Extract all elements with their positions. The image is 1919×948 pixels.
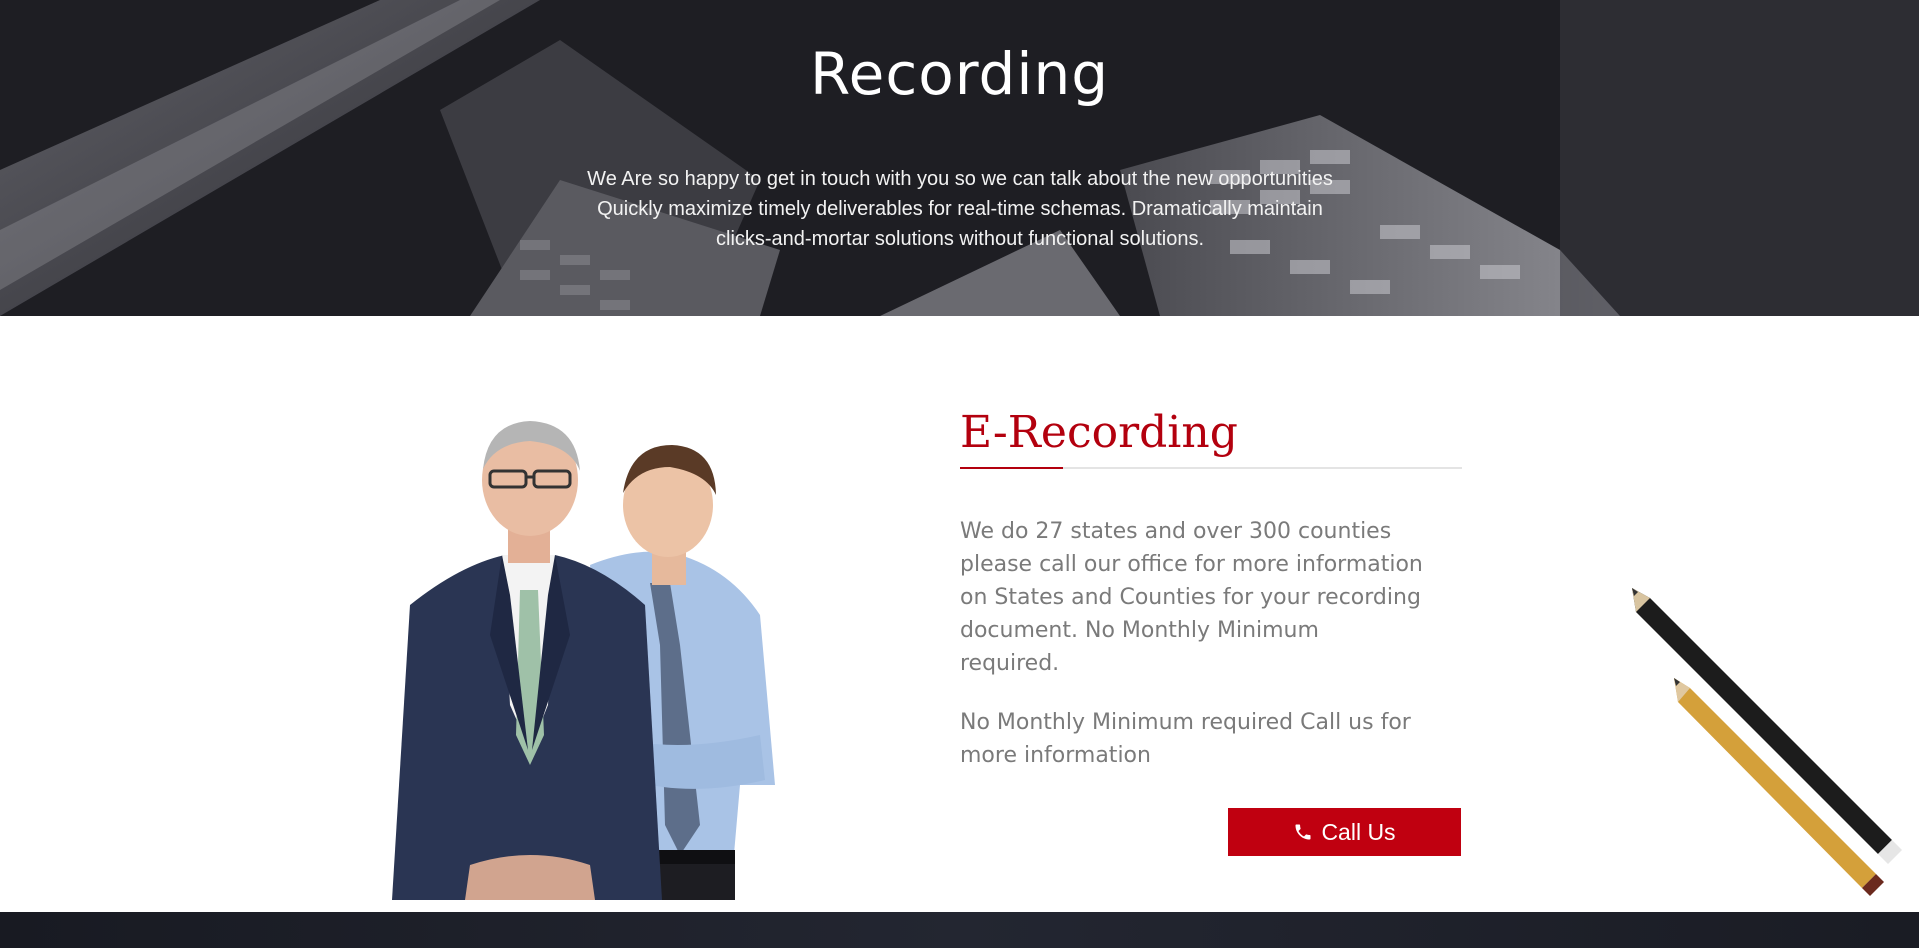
- paragraph-line: We do 27 states and over 300 counties: [960, 519, 1392, 544]
- paragraph-line: No Monthly Minimum required Call us for: [960, 710, 1411, 735]
- hero-description-line: clicks-and-mortar solutions without func…: [716, 228, 1204, 250]
- section-paragraph-2: No Monthly Minimum required Call us for …: [960, 706, 1462, 772]
- paragraph-line: required.: [960, 651, 1060, 676]
- call-us-label: Call Us: [1321, 818, 1396, 845]
- hero-description-line: Quickly maximize timely deliverables for…: [597, 198, 1323, 220]
- paragraph-line: more information: [960, 743, 1151, 768]
- title-divider-accent: [960, 467, 1063, 469]
- e-recording-section: E-Recording We do 27 states and over 300…: [960, 405, 1462, 772]
- call-us-button[interactable]: Call Us: [1228, 808, 1461, 856]
- phone-icon: [1295, 824, 1311, 840]
- section-title: E-Recording: [960, 407, 1238, 458]
- paragraph-line: please call our office for more informat…: [960, 552, 1423, 577]
- man-left: [392, 421, 662, 900]
- black-pencil: [1632, 588, 1902, 864]
- hero-description-line: We Are so happy to get in touch with you…: [587, 168, 1333, 190]
- hero-banner: Recording We Are so happy to get in touc…: [0, 0, 1919, 316]
- paragraph-line: document. No Monthly Minimum: [960, 618, 1319, 643]
- paragraph-line: on States and Counties for your recordin…: [960, 585, 1421, 610]
- title-divider: [960, 467, 1462, 469]
- pencils-image: [1632, 588, 1902, 896]
- business-people-image: [392, 421, 775, 900]
- yellow-pencil: [1674, 678, 1884, 896]
- footer-banner-strip: [0, 912, 1919, 948]
- section-paragraph-1: We do 27 states and over 300 counties pl…: [960, 515, 1462, 680]
- hero-title: Recording: [809, 40, 1110, 108]
- hero-description: We Are so happy to get in touch with you…: [540, 164, 1380, 254]
